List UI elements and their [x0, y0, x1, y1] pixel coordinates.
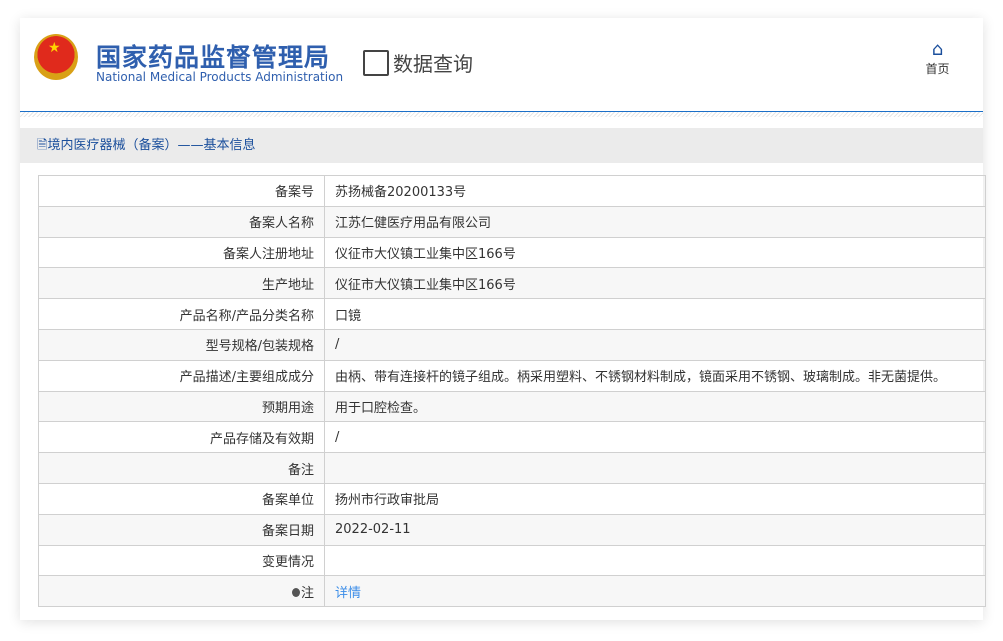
table-row: 型号规格/包装规格 /	[38, 328, 986, 361]
row-value: 口镜	[324, 298, 986, 330]
row-label: 备案人名称	[38, 205, 325, 238]
row-label: 产品描述/主要组成成分	[38, 359, 325, 392]
document-icon: 🗎	[37, 138, 48, 153]
table-row: 产品名称/产品分类名称 口镜	[38, 298, 986, 330]
row-label-text: 产品存储及有效期	[209, 431, 314, 447]
row-label-text: 产品描述/主要组成成分	[179, 370, 314, 386]
row-label: 备注	[38, 452, 325, 484]
table-row: 预期用途 用于口腔检查。	[38, 390, 986, 423]
bulb-icon	[291, 587, 300, 597]
row-value-text: 2022-02-11	[335, 522, 411, 538]
table-row: 备案单位 扬州市行政审批局	[38, 482, 986, 515]
data-query-label: 数据查询	[393, 52, 473, 76]
row-label: 备案日期	[38, 513, 325, 546]
home-icon: ⌂	[931, 39, 944, 60]
table-row: 变更情况	[38, 544, 986, 577]
row-label: 产品名称/产品分类名称	[38, 298, 325, 330]
row-value-text: 江苏仁健医疗用品有限公司	[335, 216, 492, 232]
row-value: /	[324, 328, 986, 361]
row-value: 详情	[324, 575, 986, 608]
home-link[interactable]: ⌂ 首页	[915, 40, 960, 77]
table-row: 注 详情	[38, 575, 986, 608]
row-label-text: 备注	[287, 462, 314, 478]
row-value-text: 仪征市大仪镇工业集中区166号	[335, 246, 516, 262]
site-header: ★ 国家药品监督管理局 National Medical Products Ad…	[20, 18, 983, 112]
row-label: 预期用途	[38, 390, 325, 423]
row-value-text: 由柄、带有连接杆的镜子组成。柄采用塑料、不锈钢材料制成，镜面采用不锈钢、玻璃制成…	[335, 370, 947, 386]
row-value-text: /	[335, 337, 340, 353]
site-title: 国家药品监督管理局	[96, 43, 331, 72]
row-label: 备案号	[38, 175, 325, 207]
row-value: 江苏仁健医疗用品有限公司	[324, 205, 986, 238]
table-row: 备案号 苏扬械备20200133号	[38, 175, 986, 207]
home-label: 首页	[925, 62, 950, 76]
table-row: 备注	[38, 452, 986, 484]
row-value: 仪征市大仪镇工业集中区166号	[324, 267, 986, 300]
row-label-text: 产品名称/产品分类名称	[179, 308, 314, 324]
row-label: 型号规格/包装规格	[38, 328, 325, 361]
site-subtitle: National Medical Products Administration	[96, 70, 344, 84]
row-value: 2022-02-11	[324, 513, 986, 546]
table-row: 产品存储及有效期 /	[38, 421, 986, 454]
table-row: 产品描述/主要组成成分 由柄、带有连接杆的镜子组成。柄采用塑料、不锈钢材料制成，镜…	[38, 359, 986, 392]
row-label-text: 备案日期	[261, 524, 314, 540]
page-card: ★ 国家药品监督管理局 National Medical Products Ad…	[20, 18, 986, 620]
row-value: 苏扬械备20200133号	[324, 175, 986, 207]
row-label-text: 预期用途	[261, 400, 314, 416]
row-label-text: 备案号	[274, 185, 314, 201]
divider	[20, 112, 983, 117]
table-row: 生产地址 仪征市大仪镇工业集中区166号	[38, 267, 986, 300]
row-value	[324, 452, 986, 484]
row-value: 由柄、带有连接杆的镜子组成。柄采用塑料、不锈钢材料制成，镜面采用不锈钢、玻璃制成…	[324, 359, 986, 392]
row-label-text: 生产地址	[261, 277, 314, 293]
row-label: 变更情况	[38, 544, 325, 577]
document-search-icon	[363, 49, 389, 76]
row-label-text: 型号规格/包装规格	[205, 339, 314, 355]
row-label-text: 变更情况	[261, 554, 314, 570]
row-label-text: 备案单位	[261, 493, 314, 509]
row-value-text: 仪征市大仪镇工业集中区166号	[335, 277, 516, 293]
row-value: 用于口腔检查。	[324, 390, 986, 423]
row-label: 备案单位	[38, 482, 325, 515]
row-label: 生产地址	[38, 267, 325, 300]
row-label: 备案人注册地址	[38, 236, 325, 269]
row-value-text: /	[335, 429, 340, 445]
row-label: 产品存储及有效期	[38, 421, 325, 454]
row-label-text: 备案人名称	[248, 216, 314, 232]
table-row: 备案日期 2022-02-11	[38, 513, 986, 546]
table-row: 备案人名称 江苏仁健医疗用品有限公司	[38, 205, 986, 238]
row-value: 仪征市大仪镇工业集中区166号	[324, 236, 986, 269]
section-header: 🗎境内医疗器械（备案）——基本信息	[20, 128, 983, 163]
row-value: /	[324, 421, 986, 454]
row-value-text: 用于口腔检查。	[335, 400, 427, 416]
info-table: 备案号 苏扬械备20200133号备案人名称 江苏仁健医疗用品有限公司备案人注册地址…	[38, 175, 986, 608]
data-query-link[interactable]: 数据查询	[363, 48, 473, 77]
row-value: 扬州市行政审批局	[324, 482, 986, 515]
row-value	[324, 544, 986, 577]
row-value-text: 口镜	[335, 308, 362, 324]
row-value-text: 苏扬械备20200133号	[335, 185, 467, 201]
national-emblem-logo: ★	[34, 34, 78, 80]
table-row: 备案人注册地址 仪征市大仪镇工业集中区166号	[38, 236, 986, 269]
row-value-text: 扬州市行政审批局	[335, 493, 440, 509]
row-label-text: 注	[300, 585, 314, 601]
details-link[interactable]: 详情	[335, 586, 361, 601]
row-label-text: 备案人注册地址	[222, 246, 314, 262]
row-label: 注	[38, 575, 325, 608]
section-title: 境内医疗器械（备案）——基本信息	[47, 138, 256, 153]
